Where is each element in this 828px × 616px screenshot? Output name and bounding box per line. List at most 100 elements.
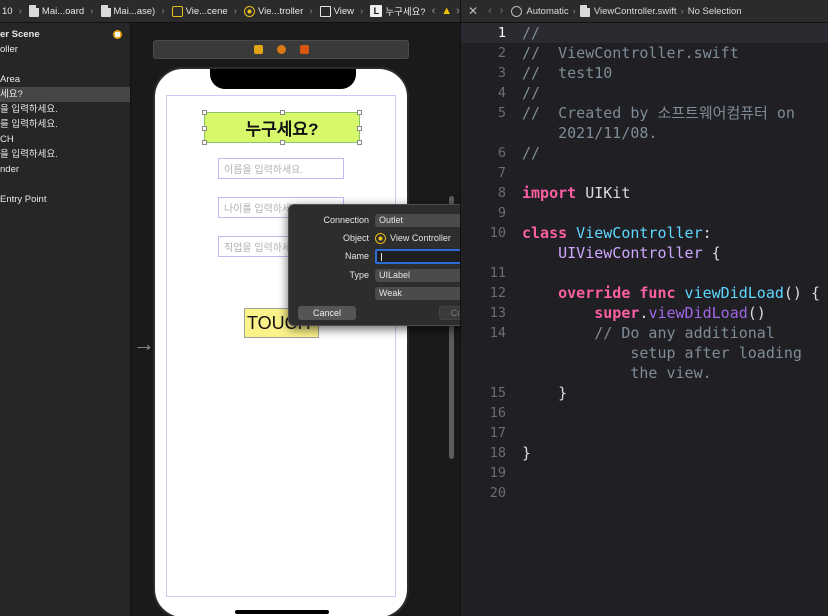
line-number: 5 <box>497 105 506 121</box>
title-label[interactable]: 누구세요? <box>202 110 362 145</box>
outline-row-safe-area[interactable]: Area <box>0 72 130 87</box>
line-number: 11 <box>489 265 506 281</box>
entry-point-arrow-icon[interactable]: → <box>133 331 155 357</box>
previous-issue-icon[interactable]: ‹ <box>432 5 436 17</box>
code-line: // ViewController.swift <box>522 44 739 62</box>
crumb-view[interactable]: View › <box>318 5 369 17</box>
home-indicator <box>235 610 329 614</box>
crumb-project[interactable]: 10 › <box>0 6 27 17</box>
outline-row-entry-point[interactable]: Entry Point <box>0 192 130 207</box>
scene-icon <box>171 5 183 17</box>
code-line: import UIKit <box>522 184 631 202</box>
back-icon[interactable]: ‹ <box>488 5 492 17</box>
line-number: 15 <box>489 385 506 401</box>
resize-handle[interactable] <box>357 140 362 145</box>
line-number: 14 <box>489 325 506 341</box>
line-number: 2 <box>497 45 506 61</box>
code-line: // Created by 소프트웨어컴퓨터 on <box>522 104 795 122</box>
chevron-right-icon: › <box>161 5 165 17</box>
outline-row-first-responder[interactable]: nder <box>0 162 130 177</box>
storyboard-icon <box>100 5 111 17</box>
code-line: // test10 <box>522 64 613 82</box>
chevron-right-icon: › <box>309 5 313 17</box>
crumb-main-storyboard-base[interactable]: Mai...ase) › <box>99 5 170 17</box>
code-line: setup after loading <box>522 344 802 362</box>
resize-handle[interactable] <box>357 110 362 115</box>
code-line: the view. <box>522 364 712 382</box>
outline-row-title-label[interactable]: 세요? <box>0 87 130 102</box>
view-controller-icon <box>244 5 255 17</box>
assistant-jump-bar: ✕ ‹ › Automatic › ViewController.swift ›… <box>460 0 828 23</box>
warning-icon[interactable]: ▲ <box>441 5 452 17</box>
code-line: // <box>522 84 541 102</box>
outline-row-scene[interactable]: er Scene <box>0 27 130 42</box>
line-number: 20 <box>489 485 506 501</box>
crumb-view-controller[interactable]: Vie...troller › <box>242 5 318 17</box>
outline-row-job-field[interactable]: 을 입력하세요. <box>0 147 130 162</box>
code-line: } <box>522 384 568 402</box>
resize-handle[interactable] <box>202 140 207 145</box>
line-number: 1 <box>497 25 506 41</box>
resize-handle[interactable] <box>357 126 362 131</box>
close-icon[interactable]: ✕ <box>468 4 478 18</box>
view-controller-icon <box>375 232 386 244</box>
line-number: 12 <box>489 285 506 301</box>
crumb-label[interactable]: L 누구세요? <box>368 4 427 18</box>
line-number: 19 <box>489 465 506 481</box>
outline-row-touch-button[interactable]: CH <box>0 132 130 147</box>
selection-crumb[interactable]: No Selection <box>688 6 742 17</box>
file-crumb[interactable]: ViewController.swift <box>594 6 677 17</box>
scene-dock <box>153 40 409 59</box>
name-text-field[interactable]: 이름을 입력하세요. <box>218 158 344 179</box>
chevron-right-icon: › <box>90 5 94 17</box>
line-number: 16 <box>489 405 506 421</box>
line-number: 8 <box>497 185 506 201</box>
line-number: 10 <box>489 225 506 241</box>
code-line: 2021/11/08. <box>522 124 658 142</box>
label-icon: L <box>370 5 383 17</box>
line-number: 13 <box>489 305 506 321</box>
code-editor[interactable]: 1 2 3 4 5 6 7 8 9 10 11 12 13 14 15 16 17 18 19 20 // // Vi… <box>460 23 828 616</box>
line-number: 4 <box>497 85 506 101</box>
outline-row-controller[interactable]: oller <box>0 42 130 57</box>
code-line: UIViewController { <box>522 244 721 262</box>
line-number: 3 <box>497 65 506 81</box>
notch <box>210 69 356 89</box>
outline-row-name-field[interactable]: 을 입력하세요. <box>0 102 130 117</box>
line-number: 6 <box>497 145 506 161</box>
xcode-window: 10 › Mai...oard › Mai...ase) › Vie...cene › … <box>0 0 828 616</box>
resize-handle[interactable] <box>280 110 285 115</box>
chevron-right-icon: › <box>360 5 364 17</box>
cancel-button[interactable]: Cancel <box>298 306 356 320</box>
iphone-frame: 누구세요? 이름을 입력하세요. 나이를 입력하세요. 직업을 입력하세요. T… <box>153 67 409 616</box>
document-outline: er Scene oller Area 세요? 을 입력하세요. 를 입력하세요… <box>0 23 131 616</box>
line-number: 9 <box>497 205 506 221</box>
code-line: override func viewDidLoad() { <box>522 284 821 302</box>
exit-icon[interactable] <box>299 45 309 54</box>
line-number: 7 <box>497 165 506 181</box>
chevron-right-icon: › <box>18 5 22 17</box>
outline-row-empty-2 <box>0 177 130 192</box>
code-text[interactable]: // // ViewController.swift // test10 // … <box>522 23 828 462</box>
crumb-main-storyboard-folder[interactable]: Mai...oard › <box>27 5 99 17</box>
view-controller-icon[interactable] <box>253 45 263 54</box>
scheme-crumb[interactable]: Automatic <box>526 6 568 17</box>
resize-handle[interactable] <box>202 126 207 131</box>
chevron-right-icon: › <box>680 5 684 17</box>
chevron-right-icon: › <box>572 5 576 17</box>
outline-row-age-field[interactable]: 를 입력하세요. <box>0 117 130 132</box>
resize-handle[interactable] <box>202 110 207 115</box>
code-line: } <box>522 444 532 462</box>
chevron-right-icon: › <box>233 5 237 17</box>
code-line: // <box>522 24 541 42</box>
automatic-icon <box>511 5 523 17</box>
crumb-view-controller-scene[interactable]: Vie...cene › <box>170 5 242 17</box>
swift-file-icon <box>579 5 590 17</box>
forward-icon[interactable]: › <box>500 5 504 17</box>
jump-bar: 10 › Mai...oard › Mai...ase) › Vie...cene › … <box>0 0 460 23</box>
view-icon <box>319 5 331 17</box>
view-controller-icon <box>113 30 122 39</box>
line-number: 18 <box>489 445 506 461</box>
resize-handle[interactable] <box>280 140 285 145</box>
first-responder-icon[interactable] <box>276 45 286 54</box>
